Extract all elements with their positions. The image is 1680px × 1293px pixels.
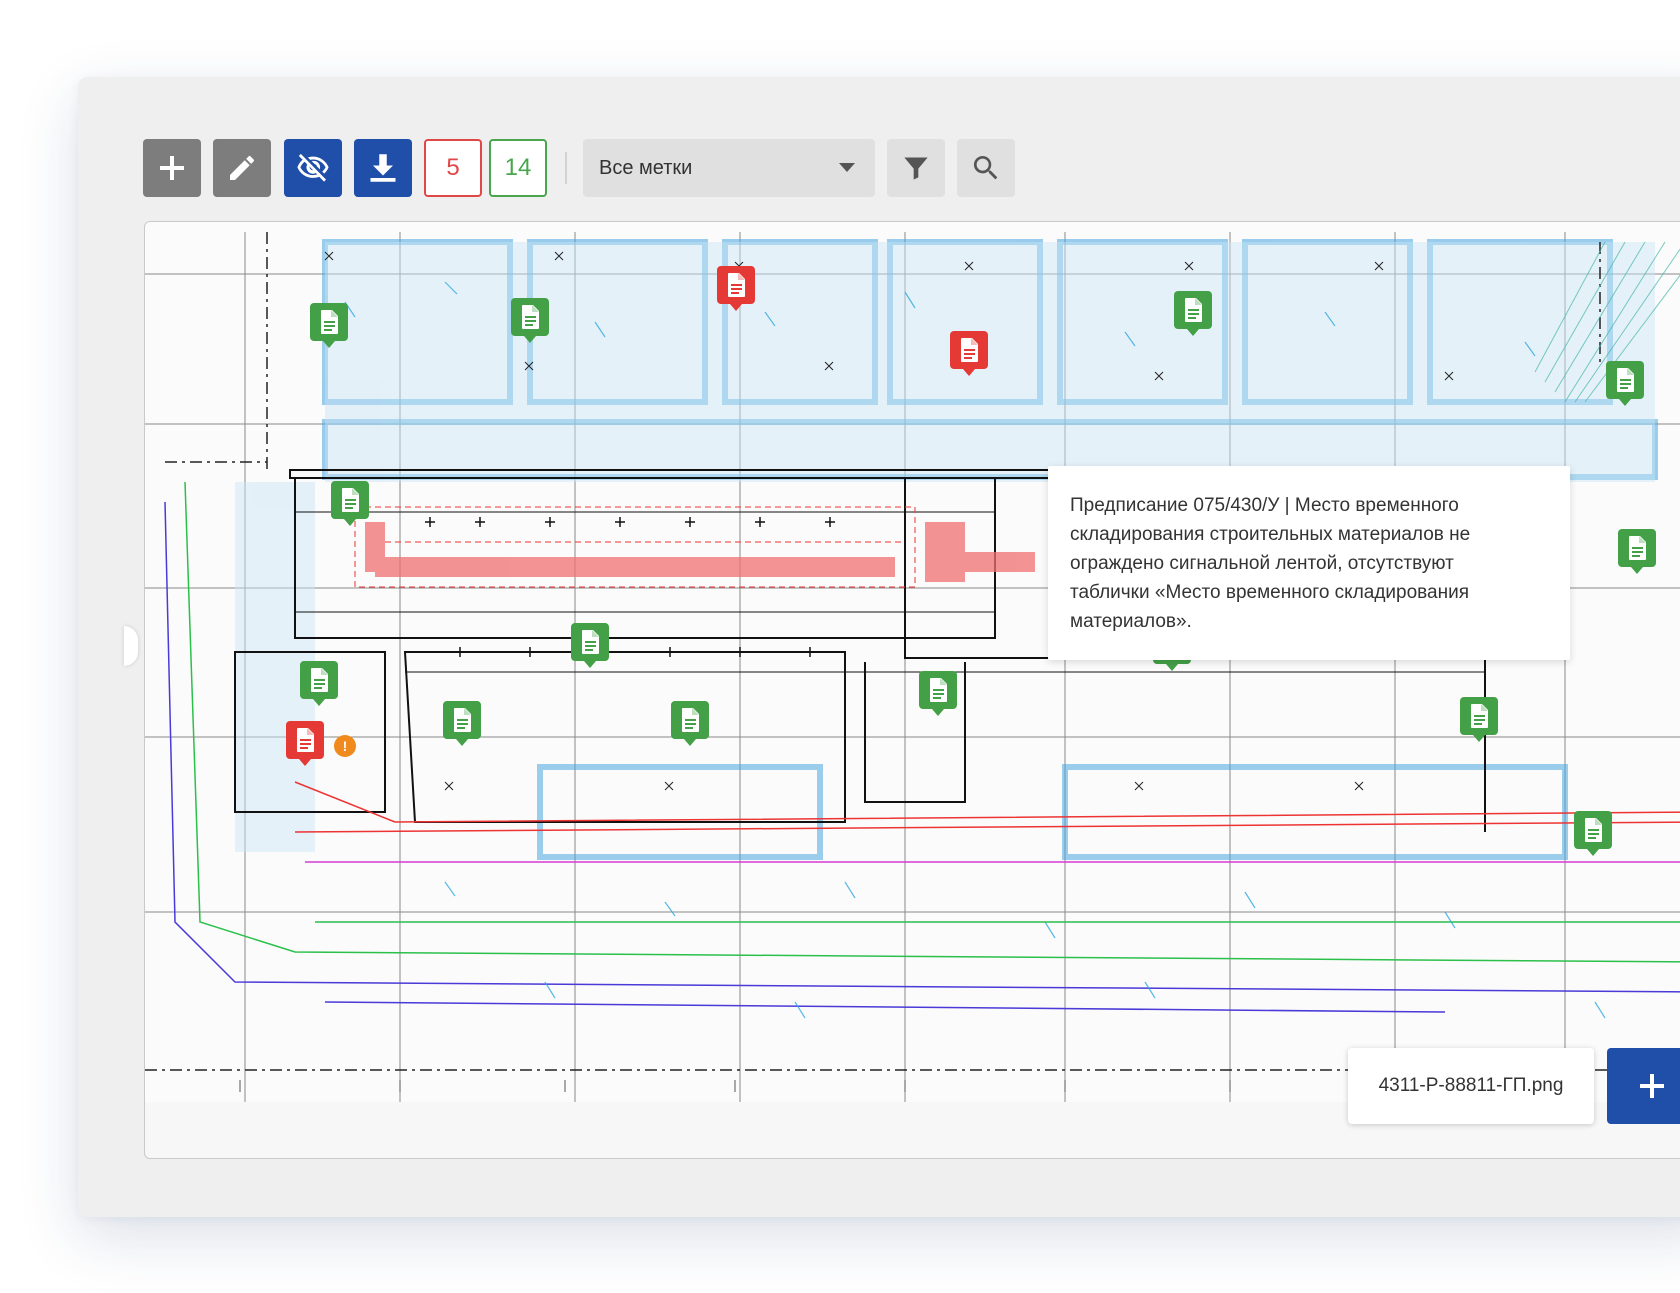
filter-icon [904, 157, 928, 180]
map-marker-green[interactable] [307, 300, 351, 352]
document-icon [331, 481, 369, 526]
document-icon [1460, 697, 1498, 742]
pencil-icon [230, 155, 255, 180]
document-icon [671, 701, 709, 746]
marks-filter-select[interactable]: Все метки [583, 139, 875, 197]
tooltip-line: таблички «Место временного складирования [1070, 582, 1470, 603]
file-name: 4311-Р-88811-ГП.png [1378, 1075, 1564, 1096]
search-button[interactable] [957, 139, 1015, 197]
eye-off-icon [297, 153, 329, 182]
tooltip-line: складирования строительных материалов не [1070, 524, 1471, 545]
document-icon [1618, 529, 1656, 574]
map-marker-green[interactable] [1171, 288, 1215, 340]
filter-button[interactable] [887, 139, 945, 197]
chevron-down-icon [839, 163, 855, 172]
map-marker-red[interactable] [947, 328, 991, 380]
marker-tooltip: Предписание 075/430/У | Место временного… [1048, 466, 1570, 660]
edit-button[interactable] [213, 139, 271, 197]
document-icon [300, 661, 338, 706]
document-icon [717, 266, 755, 311]
plan-viewer[interactable] [144, 221, 1680, 1159]
add-mark-button[interactable] [1607, 1048, 1680, 1124]
document-icon [919, 671, 957, 716]
download-icon [370, 154, 396, 182]
warning-badge: ! [334, 735, 356, 757]
map-marker-red[interactable] [283, 718, 327, 770]
toggle-visibility-button[interactable] [284, 139, 342, 197]
tooltip-line: ограждено сигнальной лентой, отсутствуют [1070, 553, 1454, 574]
download-button[interactable] [354, 139, 412, 197]
document-icon [310, 303, 348, 348]
map-marker-green[interactable] [440, 698, 484, 750]
map-marker-green[interactable] [328, 478, 372, 530]
document-icon [286, 721, 324, 766]
map-marker-green[interactable] [297, 658, 341, 710]
document-icon [950, 331, 988, 376]
search-icon [973, 156, 998, 180]
document-icon [511, 298, 549, 343]
tooltip-line: материалов». [1070, 611, 1192, 632]
map-marker-green[interactable] [668, 698, 712, 750]
document-icon [1174, 291, 1212, 336]
map-marker-green[interactable] [1457, 694, 1501, 746]
site-plan-drawing [145, 222, 1680, 1102]
map-marker-red[interactable] [714, 263, 758, 315]
map-marker-green[interactable] [1603, 358, 1647, 410]
map-marker-green[interactable] [916, 668, 960, 720]
document-icon [1606, 361, 1644, 406]
plus-icon [160, 156, 184, 180]
map-marker-green[interactable] [508, 295, 552, 347]
marks-filter-value: Все метки [599, 156, 693, 179]
map-marker-green[interactable] [568, 620, 612, 672]
file-name-chip[interactable]: 4311-Р-88811-ГП.png [1348, 1048, 1594, 1124]
toolbar-divider [565, 152, 567, 184]
map-marker-green[interactable] [1615, 526, 1659, 578]
document-icon [1574, 811, 1612, 856]
document-icon [443, 701, 481, 746]
red-marks-counter[interactable]: 5 [424, 139, 482, 197]
tooltip-line: Предписание 075/430/У | Место временного [1070, 495, 1459, 516]
add-button[interactable] [143, 139, 201, 197]
document-icon [571, 623, 609, 668]
map-marker-green[interactable] [1571, 808, 1615, 860]
plus-icon [1640, 1074, 1664, 1098]
green-marks-counter[interactable]: 14 [489, 139, 547, 197]
